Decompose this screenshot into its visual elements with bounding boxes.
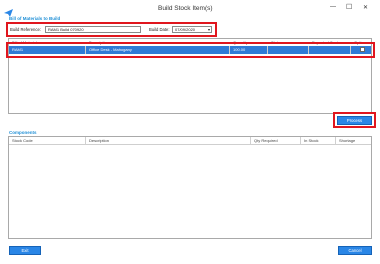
build-date-label: Build Date: <box>149 27 170 32</box>
components-col-header[interactable]: Qty Required <box>254 138 278 143</box>
components-col-header[interactable]: Stock Code <box>12 138 33 143</box>
table-row[interactable]: RAM1 Office Desk - Mahogany 100.00 <box>9 46 371 54</box>
close-icon[interactable]: ✕ <box>363 4 368 11</box>
bom-cell-description: Office Desk - Mahogany <box>89 47 132 52</box>
build-date-value: 07/09/2020 <box>175 27 196 32</box>
components-header-divider <box>9 144 371 145</box>
components-col-header[interactable]: Description <box>89 138 109 143</box>
components-section-title: Components <box>9 130 37 135</box>
process-button[interactable]: Process <box>337 116 372 125</box>
app-logo-icon <box>4 4 13 17</box>
exit-button[interactable]: Exit <box>9 246 41 255</box>
window-title: Build Stock Item(s) <box>158 5 213 12</box>
cell-divider <box>229 46 230 54</box>
col-divider <box>85 137 86 145</box>
minimize-icon[interactable]: — <box>330 4 336 10</box>
col-divider <box>300 137 301 145</box>
build-reference-label: Build Reference: <box>10 27 41 32</box>
build-date-picker[interactable]: 07/09/2020 ▾ <box>172 26 212 33</box>
cell-divider <box>350 46 351 54</box>
col-divider <box>335 137 336 145</box>
build-reference-input[interactable]: RAM1 Build 070920 <box>45 26 141 33</box>
option-checkbox[interactable] <box>360 47 365 52</box>
calendar-dropdown-icon[interactable]: ▾ <box>208 27 210 32</box>
components-grid: Stock Code Description Qty Required In S… <box>8 136 372 239</box>
components-col-header[interactable]: In Stock <box>304 138 318 143</box>
bom-cell-quantity: 100.00 <box>233 47 246 52</box>
cancel-button[interactable]: Cancel <box>338 246 372 255</box>
components-col-header[interactable]: Shortage <box>339 138 355 143</box>
cell-divider <box>308 46 309 54</box>
bom-section-title: Bill of Materials to Build <box>9 16 61 21</box>
maximize-icon[interactable]: ☐ <box>346 3 352 11</box>
bom-cell-code: RAM1 <box>12 47 24 52</box>
cell-divider <box>85 46 86 54</box>
cell-divider <box>267 46 268 54</box>
col-divider <box>250 137 251 145</box>
